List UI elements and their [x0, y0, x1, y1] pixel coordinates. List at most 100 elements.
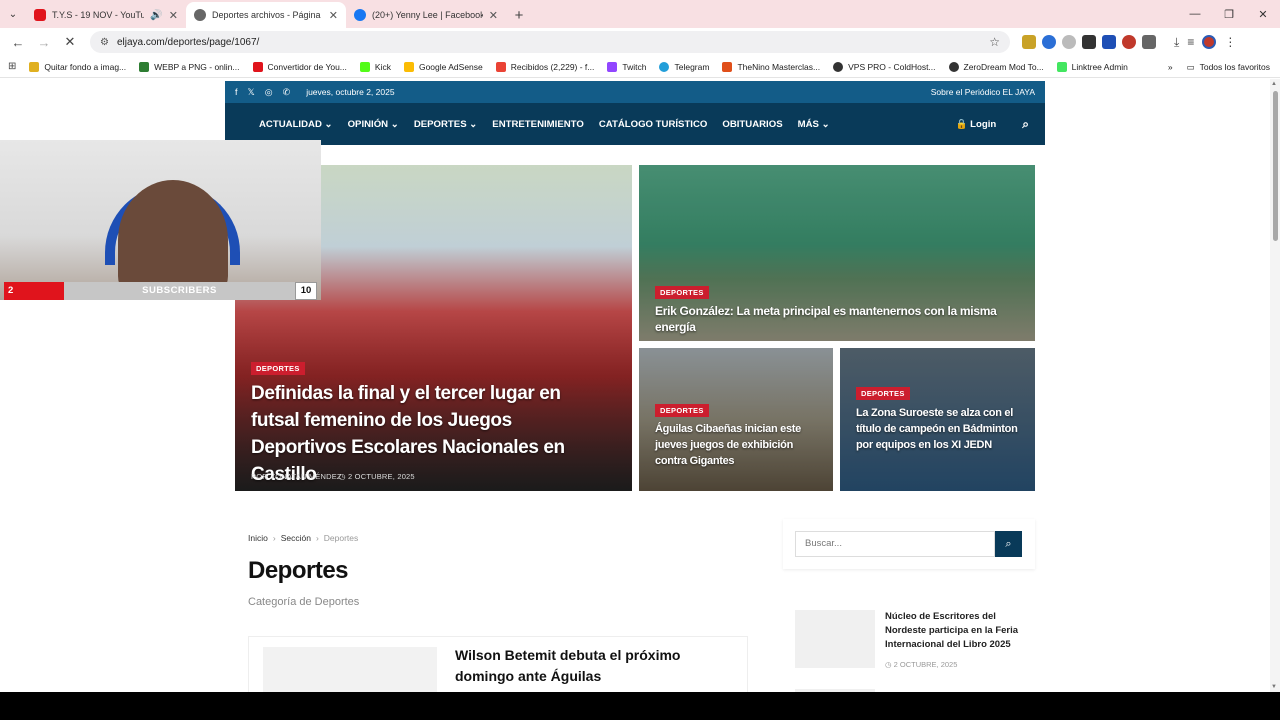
bookmark[interactable]: Kick: [359, 61, 391, 72]
media-icon[interactable]: ≡: [1187, 35, 1194, 49]
search-input[interactable]: Buscar...: [795, 531, 995, 557]
extension-icon[interactable]: [1062, 35, 1076, 49]
about-link[interactable]: Sobre el Periódico EL JAYA: [931, 87, 1035, 97]
back-icon[interactable]: ←: [6, 30, 30, 54]
hero-article[interactable]: DEPORTES Águilas Cibaeñas inician este j…: [639, 348, 833, 491]
bookmark[interactable]: Convertidor de You...: [252, 61, 347, 72]
post-thumbnail[interactable]: [795, 610, 875, 668]
bookmark[interactable]: Telegram: [659, 61, 710, 72]
puzzle-icon[interactable]: [1142, 35, 1156, 49]
site-info-icon[interactable]: ⚙: [100, 37, 109, 48]
category-badge[interactable]: DEPORTES: [251, 362, 305, 375]
close-tab-icon[interactable]: ✕: [169, 9, 178, 22]
tab-deportes[interactable]: Deportes archivos - Página 106 ✕: [186, 2, 346, 28]
x-icon[interactable]: 𝕏: [248, 87, 255, 98]
nav-actualidad[interactable]: ACTUALIDAD ⌄: [259, 119, 333, 130]
new-tab-button[interactable]: +: [506, 2, 532, 28]
category-badge[interactable]: DEPORTES: [856, 387, 910, 400]
stop-icon[interactable]: ✕: [58, 30, 82, 54]
bookmark-label: Convertidor de You...: [267, 61, 347, 72]
webcam-overlay: [0, 140, 321, 300]
nav-entretenimiento[interactable]: ENTRETENIMIENTO: [492, 119, 584, 130]
category-badge[interactable]: DEPORTES: [655, 404, 709, 417]
restore-icon[interactable]: ❐: [1212, 0, 1246, 28]
instagram-icon[interactable]: ◎: [265, 87, 273, 98]
profile-avatar[interactable]: [1202, 35, 1217, 49]
bookmark[interactable]: Recibidos (2,229) - f...: [495, 61, 594, 72]
sidebar: Buscar... ⌕ Núcleo de Escritores del Nor…: [783, 519, 1035, 692]
login-link[interactable]: 🔒 Login: [956, 119, 997, 130]
scroll-down-icon[interactable]: ▼: [1271, 684, 1277, 690]
sidebar-post[interactable]: Núcleo de Escritores del Nordeste partic…: [795, 610, 1035, 680]
bookmark[interactable]: Linktree Admin: [1056, 61, 1128, 72]
subscriber-label: SUBSCRIBERS: [64, 282, 295, 300]
bookmark-label: Telegram: [674, 61, 710, 72]
sidebar-post-date: ◷ 2 OCTUBRE, 2025: [885, 660, 958, 669]
search-icon[interactable]: ⌕: [1022, 117, 1029, 132]
bookmark[interactable]: Google AdSense: [403, 61, 483, 72]
address-bar[interactable]: ⚙ eljaya.com/deportes/page/1067/ ☆: [90, 31, 1010, 53]
breadcrumb-section[interactable]: Sección: [281, 533, 311, 543]
tab-facebook[interactable]: (20+) Yenny Lee | Facebook ✕: [346, 2, 506, 28]
category-badge[interactable]: DEPORTES: [655, 286, 709, 299]
bookmark-star-icon[interactable]: ☆: [989, 35, 1000, 49]
breadcrumb-home[interactable]: Inicio: [248, 533, 268, 543]
facebook-icon[interactable]: f: [235, 87, 238, 98]
bookmark-icon: [403, 61, 414, 72]
page-subtitle: Categoría de Deportes: [248, 596, 360, 608]
article-date: ◷ 2 OCTUBRE, 2025: [339, 472, 415, 481]
nav-catalogo[interactable]: CATÁLOGO TURÍSTICO: [599, 119, 708, 130]
post-thumbnail[interactable]: [263, 647, 437, 692]
post-card[interactable]: Wilson Betemit debuta el próximo domingo…: [248, 636, 748, 692]
article-author[interactable]: POR YONATAN MÉNDEZ: [251, 472, 342, 481]
site-topbar: f 𝕏 ◎ ✆ jueves, octubre 2, 2025 Sobre el…: [225, 81, 1045, 103]
sidebar-post[interactable]: [795, 689, 1035, 692]
hero-article[interactable]: DEPORTES La Zona Suroeste se alza con el…: [840, 348, 1035, 491]
whatsapp-icon[interactable]: ✆: [283, 87, 291, 98]
all-bookmarks[interactable]: ▭ Todos los favoritos: [1187, 62, 1270, 73]
breadcrumb-separator-icon: ›: [272, 533, 276, 543]
extension-icon[interactable]: [1022, 35, 1036, 49]
bookmark-label: Google AdSense: [418, 61, 483, 72]
close-tab-icon[interactable]: ✕: [329, 9, 338, 22]
bookmark[interactable]: Quitar fondo a imag...: [29, 61, 126, 72]
apps-grid-icon[interactable]: ⊞: [8, 61, 16, 72]
bookmark[interactable]: VPS PRO - ColdHost...: [833, 61, 936, 72]
nav-deportes[interactable]: DEPORTES ⌄: [414, 119, 477, 130]
bookmark[interactable]: TheNino Masterclas...: [722, 61, 820, 72]
hero-title[interactable]: Águilas Cibaeñas inician este jueves jue…: [655, 421, 825, 469]
minimize-icon[interactable]: —: [1178, 0, 1212, 28]
post-thumbnail[interactable]: [795, 689, 875, 692]
more-bookmarks-icon[interactable]: »: [1168, 62, 1173, 72]
url-text[interactable]: eljaya.com/deportes/page/1067/: [117, 37, 981, 48]
speaker-icon[interactable]: 🔊: [150, 10, 162, 21]
tab-title: Deportes archivos - Página 106: [212, 10, 323, 20]
extension-icon[interactable]: [1082, 35, 1096, 49]
tab-youtube[interactable]: T.Y.S - 19 NOV - YouTube 🔊 ✕: [26, 2, 186, 28]
post-title[interactable]: Wilson Betemit debuta el próximo domingo…: [455, 645, 735, 687]
extension-icon[interactable]: [1102, 35, 1116, 49]
search-button[interactable]: ⌕: [995, 531, 1022, 557]
scroll-up-icon[interactable]: ▲: [1271, 81, 1277, 87]
extension-icon[interactable]: [1042, 35, 1056, 49]
close-tab-icon[interactable]: ✕: [489, 9, 498, 22]
download-icon[interactable]: ⤓: [1174, 35, 1179, 50]
bookmark[interactable]: Twitch: [607, 61, 646, 72]
nav-opinion[interactable]: OPINIÓN ⌄: [348, 119, 399, 130]
bookmark[interactable]: ZeroDream Mod To...: [948, 61, 1044, 72]
hero-article[interactable]: DEPORTES Erik González: La meta principa…: [639, 165, 1035, 341]
nav-mas[interactable]: MÁS ⌄: [798, 119, 830, 130]
hero-title[interactable]: La Zona Suroeste se alza con el título d…: [856, 405, 1026, 453]
page-scrollbar[interactable]: ▲ ▼: [1270, 79, 1280, 692]
close-window-icon[interactable]: ✕: [1246, 0, 1280, 28]
sidebar-post-title[interactable]: Núcleo de Escritores del Nordeste partic…: [885, 610, 1033, 652]
hero-title[interactable]: Erik González: La meta principal es mant…: [655, 303, 1025, 335]
scroll-thumb[interactable]: [1273, 91, 1278, 241]
bookmark-icon: [252, 61, 263, 72]
forward-icon[interactable]: →: [32, 30, 56, 54]
tab-search-chevron-icon[interactable]: ⌄: [0, 0, 26, 28]
nav-obituarios[interactable]: OBITUARIOS: [722, 119, 782, 130]
bookmark[interactable]: WEBP a PNG - onlin...: [139, 61, 240, 72]
extension-icon[interactable]: [1122, 35, 1136, 49]
menu-icon[interactable]: ⋮: [1224, 35, 1236, 49]
